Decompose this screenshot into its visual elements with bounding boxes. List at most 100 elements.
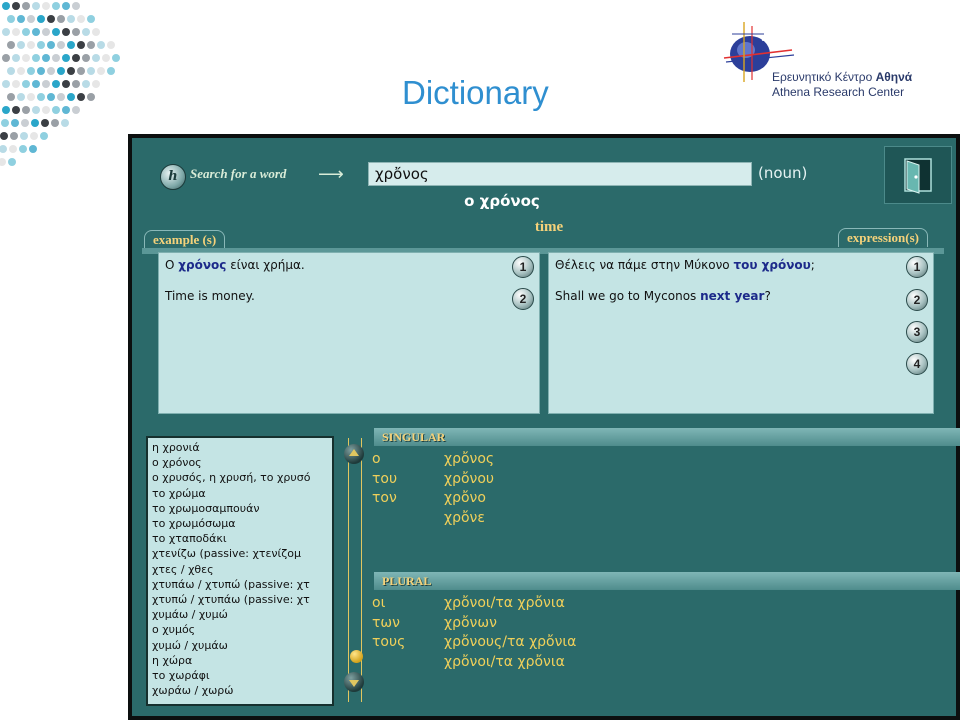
expression-button-4[interactable]: 4 bbox=[906, 353, 928, 375]
decorative-dot bbox=[27, 67, 35, 75]
decorative-dot bbox=[12, 2, 20, 10]
decorative-dot bbox=[31, 119, 39, 127]
scroll-up-button[interactable] bbox=[344, 444, 364, 464]
search-input[interactable] bbox=[368, 162, 752, 186]
tab-expressions[interactable]: expression(s) bbox=[838, 228, 928, 247]
scroll-thumb[interactable] bbox=[350, 650, 363, 663]
decorative-dot bbox=[62, 106, 70, 114]
word-list-item[interactable]: το χρωμόσωμα bbox=[152, 516, 328, 531]
exit-door-button[interactable] bbox=[884, 146, 952, 204]
expression-greek: Θέλεις να πάμε στην Μύκονο του χρόνου; bbox=[555, 257, 927, 273]
decorative-dot bbox=[32, 80, 40, 88]
examples-box: Ο χρόνος είναι χρήμα. Time is money. bbox=[158, 252, 540, 414]
word-list-item[interactable]: το χρωμοσαμπουάν bbox=[152, 501, 328, 516]
singular-form: χρὄνου bbox=[444, 470, 495, 487]
dictionary-panel: h Search for a word ⟶ (noun) ο χρόνος ti… bbox=[132, 138, 960, 716]
decorative-dot bbox=[32, 106, 40, 114]
decorative-dot bbox=[107, 41, 115, 49]
logo-english-rest: Research Center bbox=[813, 85, 905, 99]
word-list-item[interactable]: χτυπάω / χτυπώ (passive: χτ bbox=[152, 577, 328, 592]
decorative-dot bbox=[22, 2, 30, 10]
decorative-dot bbox=[0, 158, 6, 166]
expression-english: Shall we go to Myconos next year? bbox=[555, 288, 927, 304]
decorative-dot bbox=[20, 132, 28, 140]
word-list-item[interactable]: το χρώμα bbox=[152, 486, 328, 501]
word-list-item[interactable]: χυμάω / χυμώ bbox=[152, 607, 328, 622]
word-list-item[interactable]: το χταποδάκι bbox=[152, 531, 328, 546]
word-list-item[interactable]: ο χρυσός, η χρυσή, το χρυσό bbox=[152, 470, 328, 485]
decorative-dot bbox=[57, 67, 65, 75]
decorative-dot bbox=[42, 54, 50, 62]
decorative-dot bbox=[2, 54, 10, 62]
expression-greek-highlight: του χρόνου bbox=[733, 258, 811, 272]
scroll-down-button[interactable] bbox=[344, 672, 364, 692]
logo-greek-bold: Αθηνά bbox=[875, 70, 913, 84]
tab-examples[interactable]: example (s) bbox=[144, 230, 226, 249]
decorative-dot bbox=[11, 119, 19, 127]
decorative-dot bbox=[47, 93, 55, 101]
plural-article: τους bbox=[372, 634, 406, 650]
word-list-item[interactable]: η χώρα bbox=[152, 653, 328, 668]
word-list-item[interactable]: χτυπώ / χτυπάω (passive: χτ bbox=[152, 592, 328, 607]
expression-english-pre: Shall we go to Myconos bbox=[555, 289, 701, 303]
decorative-dot bbox=[77, 41, 85, 49]
word-list-item[interactable]: χωράω / χωρώ bbox=[152, 683, 328, 698]
example-greek: Ο χρόνος είναι χρήμα. bbox=[165, 257, 533, 273]
decorative-dot bbox=[62, 2, 70, 10]
decorative-dot bbox=[62, 54, 70, 62]
decorative-dot bbox=[32, 2, 40, 10]
word-list-item[interactable]: ο χυμός bbox=[152, 622, 328, 637]
decorative-dot bbox=[92, 28, 100, 36]
plural-form: χρὄνων bbox=[444, 614, 497, 631]
decorative-dot bbox=[67, 15, 75, 23]
word-list-item[interactable]: χτες / χθες bbox=[152, 562, 328, 577]
word-list-item[interactable]: η χρονιά bbox=[152, 440, 328, 455]
plural-article: των bbox=[372, 614, 400, 631]
decorative-dot bbox=[17, 93, 25, 101]
decorative-dot bbox=[42, 28, 50, 36]
decorative-dot bbox=[12, 54, 20, 62]
singular-article: τον bbox=[372, 490, 397, 506]
singular-form: χρὄνε bbox=[444, 509, 485, 526]
decorative-dot bbox=[2, 106, 10, 114]
decorative-dot bbox=[19, 145, 27, 153]
word-list-item[interactable]: χτενίζω (passive: χτενίζομ bbox=[152, 546, 328, 561]
expression-button-2[interactable]: 2 bbox=[906, 289, 928, 311]
decorative-dot bbox=[10, 132, 18, 140]
decorative-dot bbox=[40, 132, 48, 140]
decorative-dot bbox=[32, 54, 40, 62]
decorative-dot bbox=[67, 41, 75, 49]
decorative-dot bbox=[2, 80, 10, 88]
word-list-item[interactable]: ο χρόνος bbox=[152, 455, 328, 470]
decorative-dot bbox=[8, 158, 16, 166]
decorative-dot bbox=[72, 28, 80, 36]
decorative-dot bbox=[47, 41, 55, 49]
decorative-dot bbox=[62, 28, 70, 36]
decorative-dot bbox=[57, 15, 65, 23]
example-button-1[interactable]: 1 bbox=[512, 256, 534, 278]
decorative-dot bbox=[7, 67, 15, 75]
decorative-dot bbox=[1, 119, 9, 127]
decorative-dot bbox=[77, 15, 85, 23]
decorative-dot bbox=[92, 54, 100, 62]
help-button[interactable]: h bbox=[160, 164, 186, 190]
singular-form: χρὄνο bbox=[444, 490, 486, 506]
example-button-2[interactable]: 2 bbox=[512, 288, 534, 310]
search-label: Search for a word bbox=[190, 166, 287, 181]
decorative-dot bbox=[0, 145, 7, 153]
decorative-dot bbox=[2, 28, 10, 36]
decorative-dot bbox=[22, 28, 30, 36]
decorative-dot bbox=[112, 54, 120, 62]
word-list[interactable]: η χρονιά ο χρόνος ο χρυσός, η χρυσή, το χρ… bbox=[146, 436, 334, 706]
expression-button-1[interactable]: 1 bbox=[906, 256, 928, 278]
word-list-item[interactable]: χυμώ / χυμάω bbox=[152, 638, 328, 653]
decorative-dot bbox=[21, 119, 29, 127]
decorative-dot bbox=[72, 80, 80, 88]
expression-button-3[interactable]: 3 bbox=[906, 321, 928, 343]
decorative-dot bbox=[87, 93, 95, 101]
decorative-dot bbox=[87, 67, 95, 75]
decorative-dot bbox=[107, 67, 115, 75]
word-list-item[interactable]: το χωράφι bbox=[152, 668, 328, 683]
decorative-dot bbox=[72, 54, 80, 62]
